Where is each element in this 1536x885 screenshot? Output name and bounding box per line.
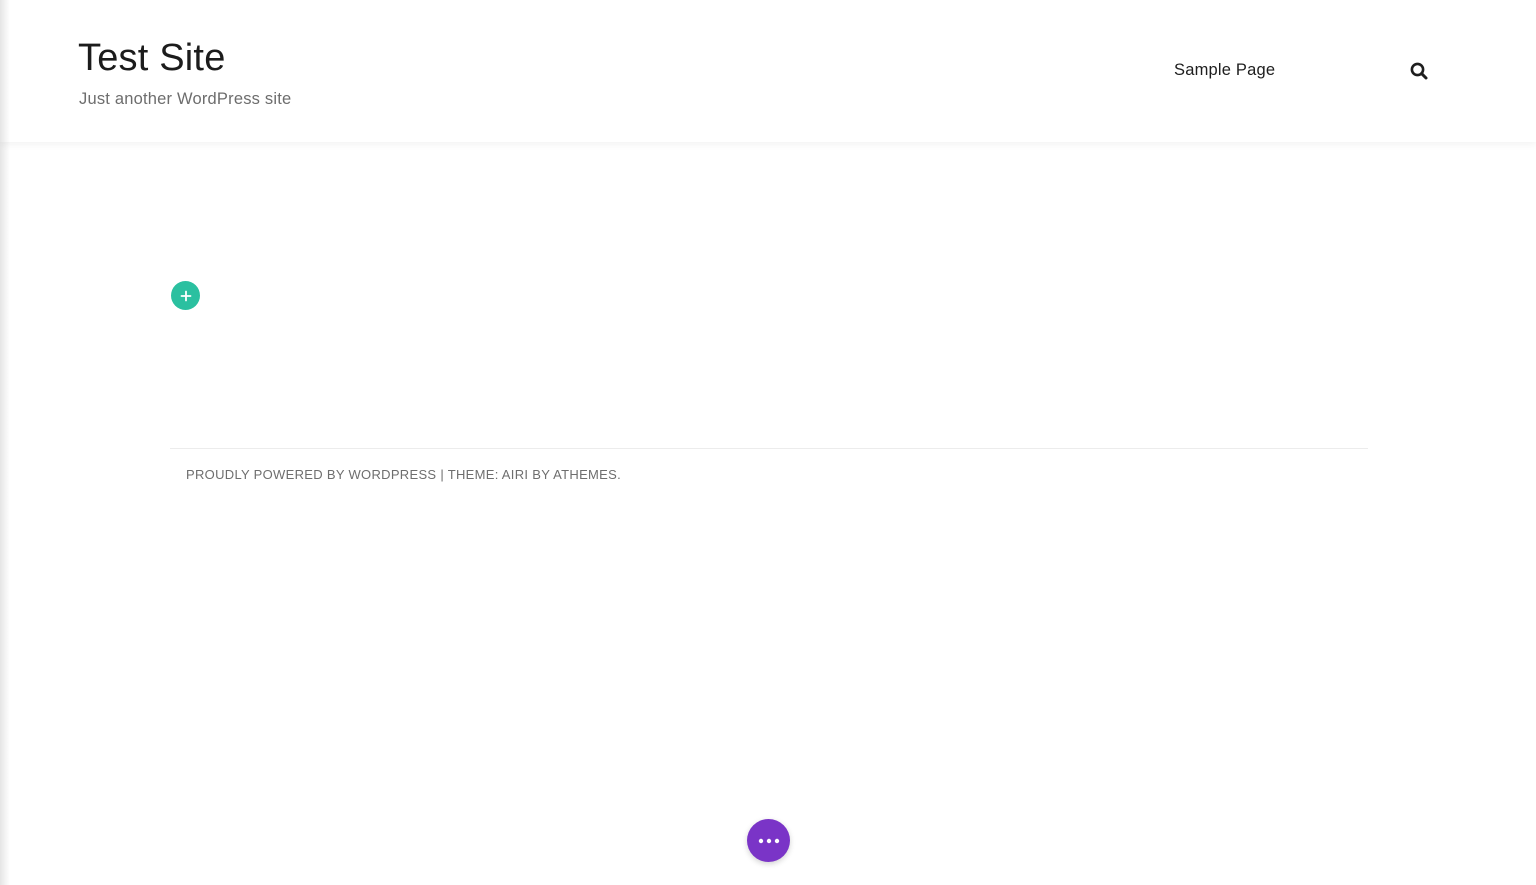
site-title[interactable]: Test Site: [78, 34, 226, 82]
footer-separator: |: [440, 467, 445, 482]
site-header: Test Site Just another WordPress site Sa…: [0, 0, 1536, 142]
plus-icon: [180, 290, 191, 301]
site-description: Just another WordPress site: [79, 90, 292, 108]
site-footer-info: PROUDLY POWERED BY WORDPRESS | THEME: AI…: [186, 466, 621, 484]
footer-end-punct: .: [617, 467, 622, 482]
nav-item-sample-page[interactable]: Sample Page: [1174, 61, 1275, 79]
search-icon: [1410, 62, 1428, 80]
theme-author-link[interactable]: ATHEMES: [553, 467, 617, 482]
main-navigation: Sample Page: [1174, 60, 1275, 80]
powered-by-wordpress-link[interactable]: PROUDLY POWERED BY WORDPRESS: [186, 467, 436, 482]
theme-label: THEME: AIRI: [447, 467, 529, 482]
footer-divider: [170, 448, 1368, 449]
ellipsis-icon: [758, 838, 779, 843]
theme-by-label: BY: [532, 467, 550, 482]
add-block-button[interactable]: [171, 281, 200, 310]
more-options-button[interactable]: [747, 819, 790, 862]
search-button[interactable]: [1408, 60, 1430, 82]
